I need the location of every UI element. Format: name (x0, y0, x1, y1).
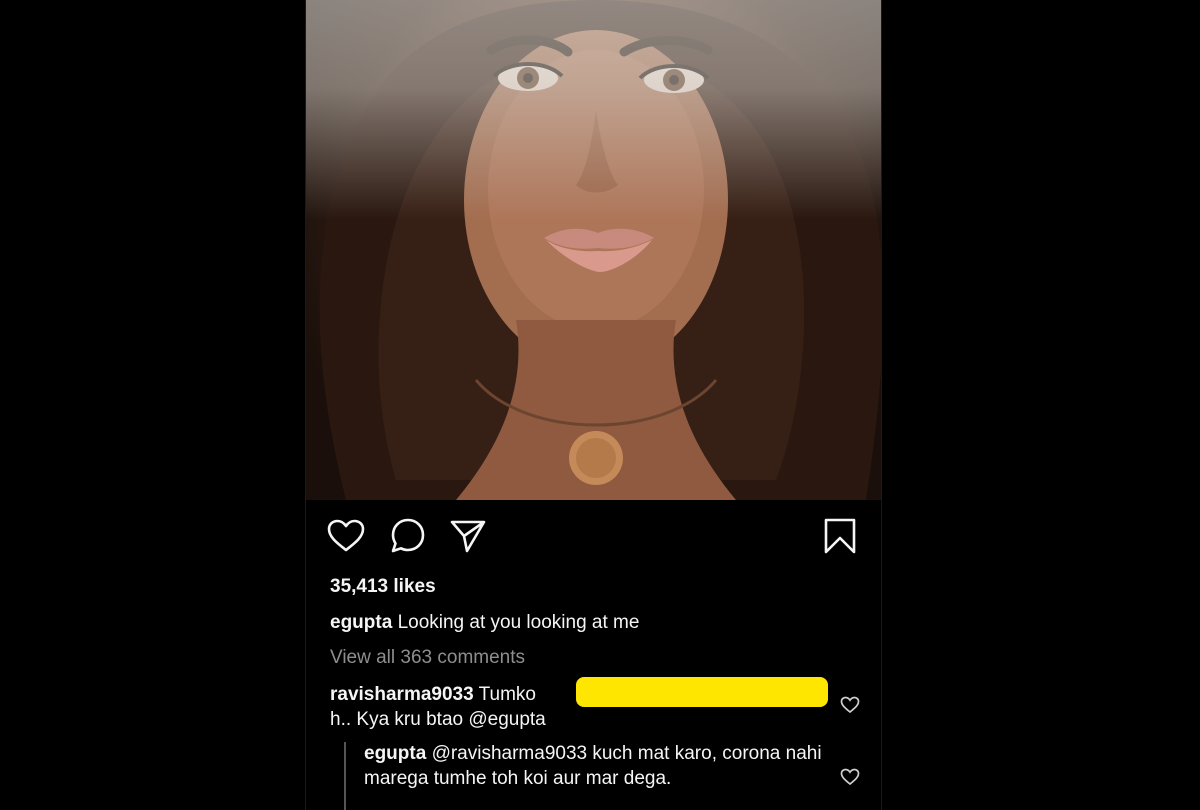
view-all-comments-link[interactable]: View all 363 comments (330, 647, 525, 669)
small-heart-icon (840, 768, 860, 786)
reply-like-button[interactable] (840, 768, 860, 788)
like-button[interactable] (326, 516, 366, 556)
caption-text: Looking at you looking at me (397, 612, 640, 633)
reply-text: @ravisharma9033 kuch mat karo, corona na… (364, 743, 822, 789)
small-heart-icon (840, 696, 860, 714)
likes-count[interactable]: 35,413 likes (330, 576, 436, 598)
instagram-post: 35,413 likes egupta Looking at you looki… (305, 0, 882, 810)
reply-username[interactable]: egupta (364, 743, 426, 764)
comment-like-button[interactable] (840, 696, 860, 716)
post-caption: egupta Looking at you looking at me (330, 612, 639, 634)
caption-username[interactable]: egupta (330, 612, 392, 633)
comment-button[interactable] (388, 516, 428, 556)
comment-username[interactable]: ravisharma9033 (330, 684, 474, 705)
heart-icon (327, 519, 365, 552)
reply-item: egupta @ravisharma9033 kuch mat karo, co… (364, 741, 824, 791)
reply-thread-line (344, 742, 346, 810)
comment-text-end: h.. Kya kru btao @egupta (330, 709, 546, 730)
redaction-bar (576, 677, 828, 707)
bookmark-icon (824, 518, 856, 554)
share-button[interactable] (448, 516, 488, 556)
send-icon (450, 520, 486, 553)
post-photo[interactable] (306, 0, 881, 500)
comment-bubble-icon (391, 518, 425, 553)
save-button[interactable] (820, 516, 860, 556)
comment-text-start: Tumko (478, 684, 536, 705)
photo-background (306, 0, 881, 220)
